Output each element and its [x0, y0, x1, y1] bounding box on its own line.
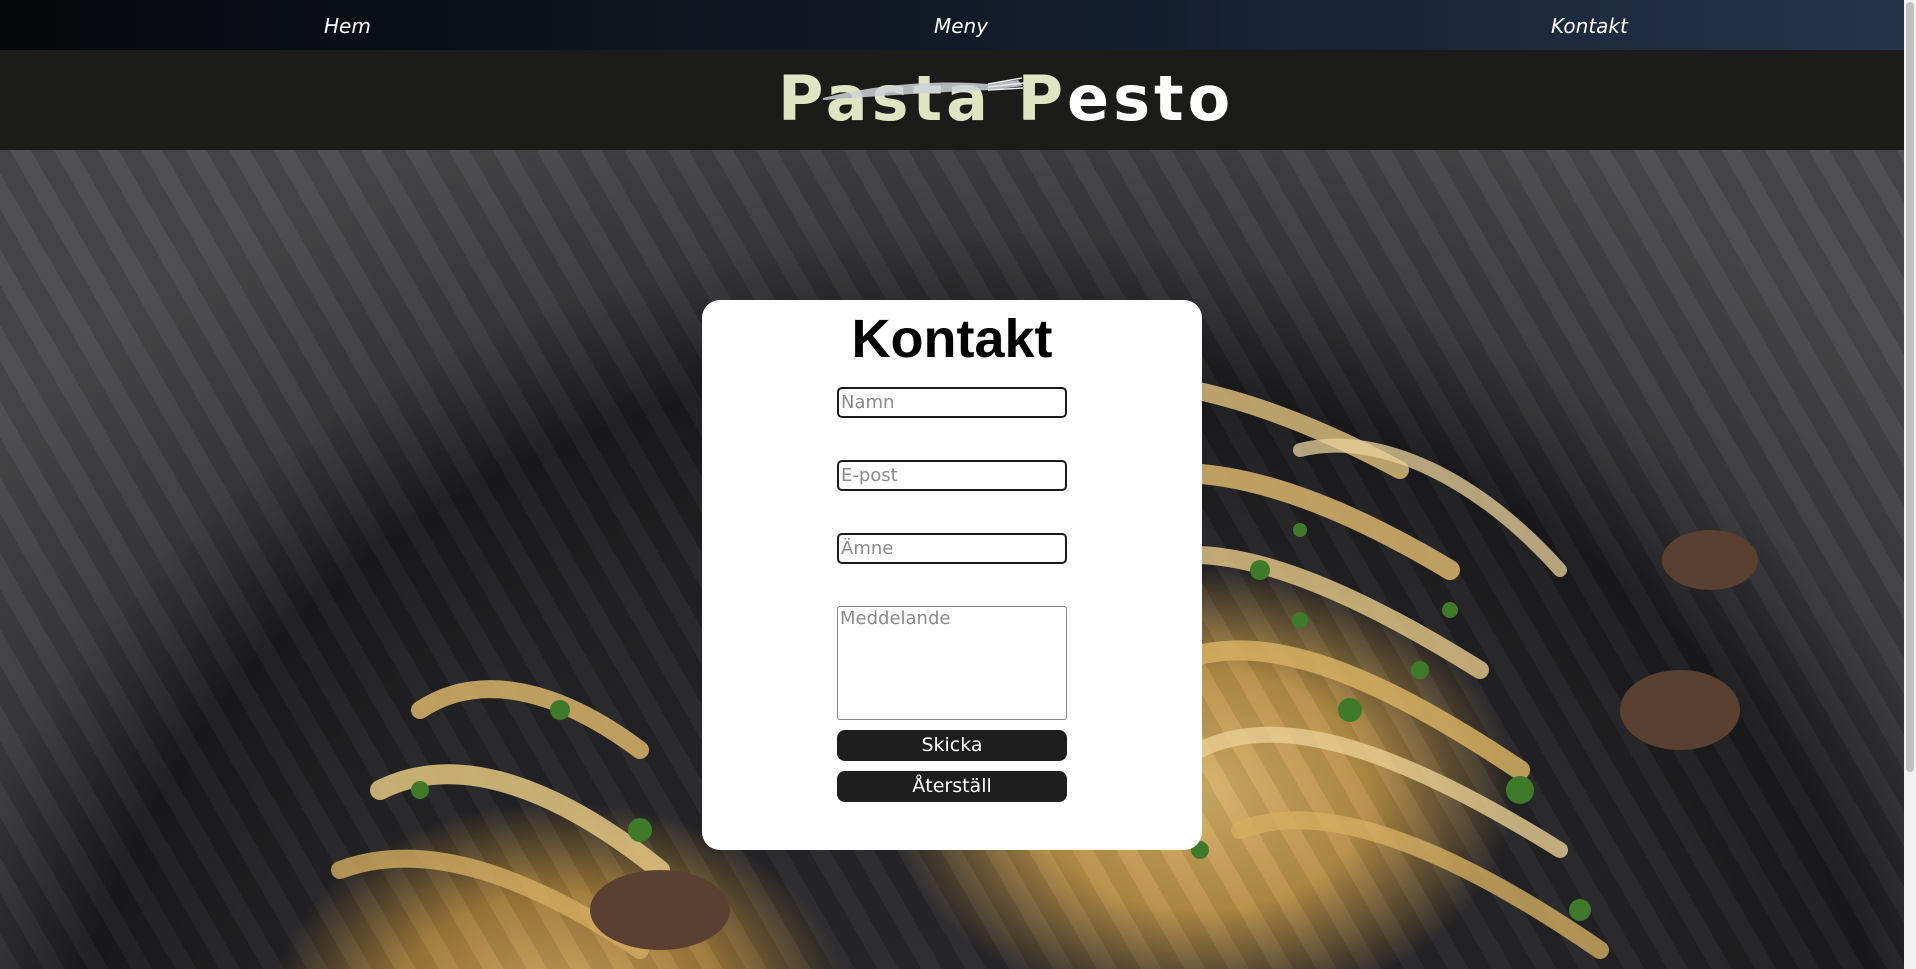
email-input[interactable]: [837, 460, 1067, 491]
contact-title: Kontakt: [851, 309, 1053, 369]
scrollbar-thumb[interactable]: [1906, 2, 1914, 772]
page-scrollbar[interactable]: [1904, 0, 1916, 969]
nav-link-meny[interactable]: Meny: [934, 0, 988, 50]
fork-icon: [823, 77, 1025, 100]
site-logo[interactable]: Pasta Pesto: [778, 64, 1230, 134]
send-button[interactable]: Skicka: [837, 730, 1067, 761]
nav-link-kontakt[interactable]: Kontakt: [1551, 0, 1628, 50]
logo-word-pesto-rest: esto: [1067, 62, 1235, 135]
nav-link-hem[interactable]: Hem: [324, 0, 371, 50]
name-input[interactable]: [837, 387, 1067, 418]
logo-bar: Pasta Pesto: [0, 50, 1904, 150]
contact-card: Kontakt Skicka Återställ: [702, 300, 1202, 850]
page: Hem Meny Kontakt Pasta Pesto Kontakt Nam…: [0, 0, 1916, 969]
message-textarea[interactable]: [837, 606, 1067, 720]
subject-input[interactable]: [837, 533, 1067, 564]
top-nav: Hem Meny Kontakt: [0, 0, 1904, 50]
reset-button[interactable]: Återställ: [837, 771, 1067, 802]
